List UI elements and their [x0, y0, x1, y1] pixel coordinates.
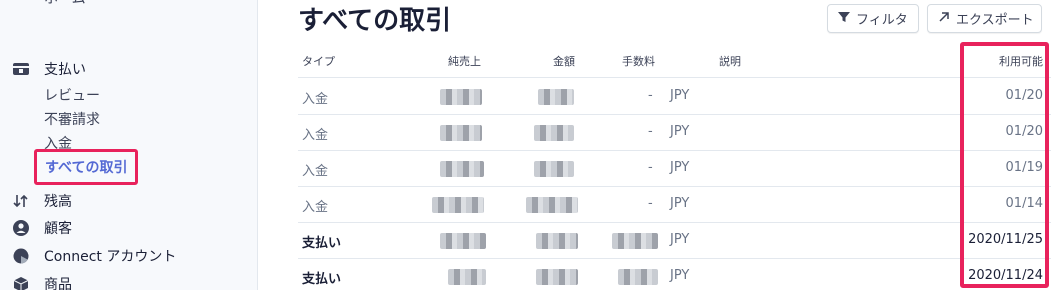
table-row[interactable]: 支払い JPY 2020/11/25 — [298, 223, 1051, 259]
product-icon — [12, 275, 30, 290]
redacted-amount — [534, 125, 574, 141]
row-available: 01/20 — [1005, 124, 1043, 139]
row-currency: JPY — [670, 196, 690, 211]
column-header-net[interactable]: 純売上 — [448, 53, 481, 69]
sidebar-item-label: Connect アカウント — [44, 249, 177, 265]
redacted-fee — [618, 269, 658, 285]
sidebar-item-connect-accounts[interactable]: Connect アカウント — [12, 246, 176, 266]
redacted-net — [440, 89, 482, 105]
row-currency: JPY — [670, 124, 690, 139]
export-arrow-icon — [938, 11, 950, 27]
column-header-type[interactable]: タイプ — [302, 53, 335, 69]
row-fee: - — [648, 196, 653, 211]
row-available: 01/20 — [1005, 88, 1043, 103]
filter-icon — [838, 11, 850, 27]
redacted-amount — [538, 89, 574, 105]
sidebar-item-products[interactable]: 商品 — [12, 274, 72, 290]
row-available: 01/14 — [1005, 196, 1043, 211]
sidebar-item-label: 残高 — [44, 194, 72, 210]
sidebar-item-all-transactions[interactable]: すべての取引 — [34, 149, 138, 185]
row-type: 入金 — [302, 200, 329, 215]
redacted-amount — [526, 197, 578, 213]
table-row[interactable]: 入金 - JPY 01/14 — [298, 187, 1051, 223]
column-header-available[interactable]: 利用可能 — [999, 53, 1043, 69]
row-type: 入金 — [302, 92, 329, 107]
row-available: 2020/11/25 — [968, 232, 1043, 247]
redacted-net — [440, 161, 484, 177]
sidebar: ホーム 支払い レビュー 不審請求 入金 すべての取引 残高 顧客 — [0, 0, 258, 290]
row-type: 入金 — [302, 164, 329, 179]
redacted-amount — [536, 269, 578, 285]
row-type: 入金 — [302, 128, 329, 143]
row-currency: JPY — [670, 88, 690, 103]
row-available: 2020/11/24 — [968, 268, 1043, 283]
table-header: タイプ 純売上 金額 手数料 説明 利用可能 — [298, 42, 1051, 78]
dashboard: ホーム 支払い レビュー 不審請求 入金 すべての取引 残高 顧客 — [0, 0, 1051, 290]
sidebar-item-customers[interactable]: 顧客 — [12, 218, 72, 238]
sidebar-item-disputes[interactable]: 不審請求 — [44, 109, 100, 129]
filter-button[interactable]: フィルタ — [827, 4, 919, 33]
row-currency: JPY — [670, 232, 690, 247]
row-currency: JPY — [670, 160, 690, 175]
row-fee: - — [648, 88, 653, 103]
sidebar-item-home[interactable]: ホーム — [44, 0, 86, 8]
row-available: 01/19 — [1005, 160, 1043, 175]
redacted-amount — [536, 233, 578, 249]
redacted-net — [440, 233, 486, 249]
customer-icon — [12, 219, 30, 237]
filter-label: フィルタ — [856, 13, 908, 28]
redacted-net — [432, 197, 484, 213]
table-row[interactable]: 支払い JPY 2020/11/24 — [298, 259, 1051, 290]
redacted-net — [448, 269, 486, 285]
redacted-net — [440, 125, 482, 141]
column-header-fee[interactable]: 手数料 — [622, 53, 655, 69]
payments-icon — [12, 60, 30, 78]
redacted-amount — [534, 161, 574, 177]
sidebar-item-payments[interactable]: 支払い — [12, 59, 86, 79]
home-icon[interactable] — [14, 0, 30, 4]
export-button[interactable]: エクスポート — [927, 4, 1042, 33]
table-row[interactable]: 入金 - JPY 01/20 — [298, 115, 1051, 151]
sidebar-item-review[interactable]: レビュー — [44, 85, 100, 105]
connect-icon — [12, 247, 30, 265]
table-row[interactable]: 入金 - JPY 01/20 — [298, 79, 1051, 115]
redacted-fee — [612, 233, 658, 249]
row-fee: - — [648, 124, 653, 139]
sidebar-item-label: 顧客 — [44, 221, 72, 237]
row-type: 支払い — [302, 236, 342, 251]
sidebar-item-balance[interactable]: 残高 — [12, 191, 72, 211]
row-type: 支払い — [302, 272, 342, 287]
export-label: エクスポート — [956, 13, 1034, 28]
row-currency: JPY — [670, 268, 690, 283]
column-header-description[interactable]: 説明 — [719, 53, 741, 69]
sidebar-item-label: 支払い — [44, 62, 86, 78]
balance-arrows-icon — [12, 192, 30, 210]
column-header-amount[interactable]: 金額 — [553, 53, 575, 69]
page-title: すべての取引 — [298, 6, 452, 36]
row-fee: - — [648, 160, 653, 175]
sidebar-item-label: 商品 — [44, 277, 72, 290]
table-row[interactable]: 入金 - JPY 01/19 — [298, 151, 1051, 187]
